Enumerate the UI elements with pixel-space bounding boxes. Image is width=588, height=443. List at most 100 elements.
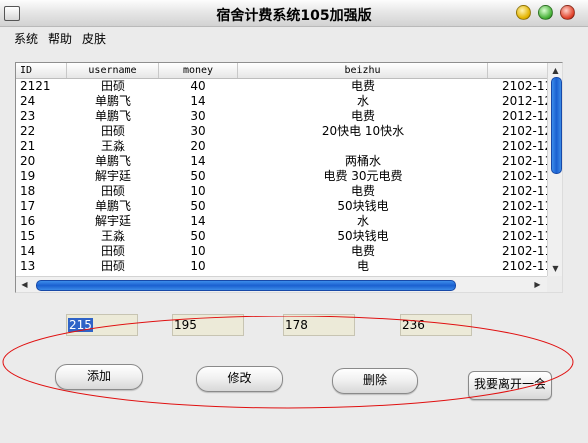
scroll-up-arrow-icon[interactable]: ▲ — [550, 65, 561, 76]
cell-money: 14 — [190, 214, 206, 228]
cell-money: 20 — [190, 139, 206, 153]
table-row[interactable]: 14 田硕 10 电费 2102-11 — [16, 244, 547, 258]
vertical-scroll-thumb[interactable] — [551, 77, 562, 174]
cell-id: 15 — [20, 229, 36, 243]
scroll-right-arrow-icon[interactable]: ▶ — [532, 279, 543, 290]
cell-id: 21 — [20, 139, 36, 153]
minimize-button[interactable] — [516, 5, 531, 20]
app-window: 宿舍计费系统105加强版 系统 帮助 皮肤 ID username money … — [0, 0, 588, 443]
cell-id: 14 — [20, 244, 36, 258]
table-row[interactable]: 16 解宇廷 14 水 2102-11 — [16, 214, 547, 228]
cell-beizhu: 20快电 10快水 — [321, 124, 405, 138]
cell-money: 40 — [190, 79, 206, 93]
delete-button[interactable]: 删除 — [332, 368, 418, 394]
cell-id: 13 — [20, 259, 36, 273]
horizontal-scroll-thumb[interactable] — [36, 280, 456, 291]
cell-username: 王淼 — [100, 139, 125, 153]
title-bar[interactable]: 宿舍计费系统105加强版 — [0, 0, 588, 27]
column-header-money[interactable]: money — [159, 63, 238, 78]
cell-username: 解宇廷 — [94, 169, 131, 183]
table-row[interactable]: 13 田硕 10 电 2102-11 — [16, 259, 547, 273]
cell-username: 单鹏飞 — [94, 94, 131, 108]
table-row[interactable]: 21 王淼 20 2102-12 — [16, 139, 547, 153]
cell-beizhu: 电费 30元电费 — [323, 169, 403, 183]
cell-username: 田硕 — [100, 244, 125, 258]
edit-button[interactable]: 修改 — [196, 366, 283, 392]
cell-id: 17 — [20, 199, 36, 213]
cell-date: 2102-11 — [502, 79, 547, 93]
cell-money: 14 — [190, 154, 206, 168]
cell-beizhu: 水 — [356, 214, 369, 228]
cell-money: 14 — [190, 94, 206, 108]
table-row[interactable]: 20 单鹏飞 14 两桶水 2102-11 — [16, 154, 547, 168]
cell-beizhu: 50块钱电 — [337, 229, 389, 243]
cell-beizhu: 电费 — [350, 79, 375, 93]
cell-username: 王淼 — [100, 229, 125, 243]
cell-beizhu: 水 — [356, 94, 369, 108]
table-row[interactable]: 23 单鹏飞 30 电费 2012-12 — [16, 109, 547, 123]
cell-money: 10 — [190, 184, 206, 198]
table-header: ID username money beizhu — [16, 63, 547, 79]
cell-money: 10 — [190, 244, 206, 258]
scroll-down-arrow-icon[interactable]: ▼ — [550, 263, 561, 274]
cell-beizhu: 电费 — [350, 184, 375, 198]
table-row[interactable]: 2121 田硕 40 电费 2102-11 — [16, 79, 547, 93]
cell-username: 单鹏飞 — [94, 199, 131, 213]
cell-id: 2121 — [20, 79, 51, 93]
vertical-scrollbar[interactable]: ▲ ▼ — [547, 63, 562, 276]
cell-date: 2102-11 — [502, 244, 547, 258]
value-field-3[interactable]: 178 — [283, 314, 355, 336]
cell-money: 50 — [190, 169, 206, 183]
cell-date: 2102-11 — [502, 214, 547, 228]
cell-username: 单鹏飞 — [94, 109, 131, 123]
table-row[interactable]: 15 王淼 50 50块钱电 2102-11 — [16, 229, 547, 243]
table-row[interactable]: 19 解宇廷 50 电费 30元电费 2102-11 — [16, 169, 547, 183]
table-row[interactable]: 17 单鹏飞 50 50块钱电 2102-11 — [16, 199, 547, 213]
maximize-button[interactable] — [538, 5, 553, 20]
cell-id: 20 — [20, 154, 36, 168]
cell-date: 2012-12 — [502, 94, 547, 108]
cell-date: 2102-12 — [502, 139, 547, 153]
cell-date: 2102-12 — [502, 124, 547, 138]
column-header-id[interactable]: ID — [16, 63, 67, 78]
cell-username: 解宇廷 — [94, 214, 131, 228]
cell-id: 16 — [20, 214, 36, 228]
window-title: 宿舍计费系统105加强版 — [216, 8, 372, 24]
leave-button[interactable]: 我要离开一会 — [468, 371, 552, 400]
cell-date: 2102-11 — [502, 199, 547, 213]
value-field-1[interactable]: 215 — [66, 314, 138, 336]
table-row[interactable]: 22 田硕 30 20快电 10快水 2102-12 — [16, 124, 547, 138]
table-row[interactable]: 24 单鹏飞 14 水 2012-12 — [16, 94, 547, 108]
cell-id: 19 — [20, 169, 36, 183]
add-button[interactable]: 添加 — [55, 364, 143, 390]
cell-money: 50 — [190, 199, 206, 213]
cell-beizhu: 电费 — [350, 244, 375, 258]
menu-skin[interactable]: 皮肤 — [82, 30, 106, 47]
scroll-corner — [547, 276, 562, 292]
cell-date: 2102-11 — [502, 259, 547, 273]
cell-username: 田硕 — [100, 184, 125, 198]
column-header-username[interactable]: username — [67, 63, 159, 78]
cell-money: 30 — [190, 109, 206, 123]
table-row[interactable]: 18 田硕 10 电费 2102-11 — [16, 184, 547, 198]
cell-money: 10 — [190, 259, 206, 273]
cell-username: 田硕 — [100, 79, 125, 93]
cell-date: 2012-12 — [502, 109, 547, 123]
cell-money: 50 — [190, 229, 206, 243]
scroll-left-arrow-icon[interactable]: ◀ — [19, 279, 30, 290]
column-header-date[interactable] — [488, 63, 547, 78]
cell-date: 2102-11 — [502, 169, 547, 183]
column-header-beizhu[interactable]: beizhu — [238, 63, 488, 78]
value-field-4[interactable]: 236 — [400, 314, 472, 336]
cell-date: 2102-11 — [502, 184, 547, 198]
cell-beizhu: 电 — [356, 259, 369, 273]
selected-text: 215 — [68, 318, 93, 332]
cell-beizhu: 电费 — [350, 109, 375, 123]
cell-date: 2102-11 — [502, 154, 547, 168]
value-field-2[interactable]: 195 — [172, 314, 244, 336]
horizontal-scrollbar[interactable]: ◀ ▶ — [16, 276, 547, 292]
close-button[interactable] — [560, 5, 575, 20]
menu-bar: 系统 帮助 皮肤 — [0, 27, 588, 47]
menu-system[interactable]: 系统 — [14, 30, 38, 47]
menu-help[interactable]: 帮助 — [48, 30, 72, 47]
